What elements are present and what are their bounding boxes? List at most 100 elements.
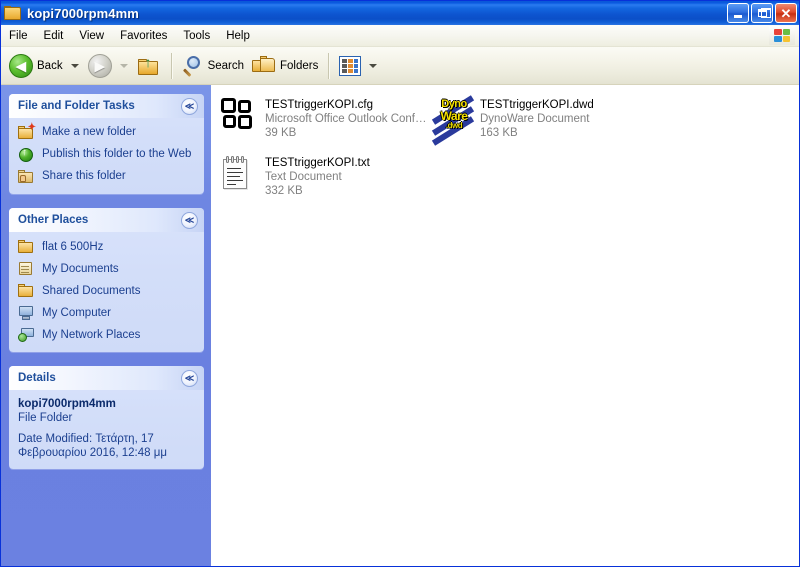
file-list[interactable]: TESTtriggerKOPI.cfg Microsoft Office Out… xyxy=(211,85,799,566)
menu-help[interactable]: Help xyxy=(218,28,258,44)
task-pane-sidebar: File and Folder Tasks ≪ ✦ Make a new fol… xyxy=(1,85,211,566)
panel-header[interactable]: File and Folder Tasks ≪ xyxy=(9,94,204,118)
folder-icon xyxy=(18,239,35,255)
folder-icon xyxy=(4,5,22,21)
up-button[interactable]: ↑ xyxy=(133,51,165,81)
file-text: TESTtriggerKOPI.cfg Microsoft Office Out… xyxy=(265,97,427,140)
menu-tools[interactable]: Tools xyxy=(175,28,218,44)
task-label: Share this folder xyxy=(42,170,126,182)
file-type: DynoWare Document xyxy=(480,113,590,125)
menu-favorites[interactable]: Favorites xyxy=(112,28,175,44)
toolbar-separator-1 xyxy=(170,52,172,79)
forward-dropdown-chevron-down-icon xyxy=(119,63,128,68)
back-button[interactable]: ◀ Back xyxy=(5,51,67,81)
new-folder-icon: ✦ xyxy=(18,123,36,141)
dynoware-icon: Dyno Ware .dwd xyxy=(431,95,475,146)
details-date-modified: Date Modified: Τετάρτη, 17 Φεβρουαρίου 2… xyxy=(18,433,167,459)
panel-title: Details xyxy=(18,372,56,384)
place-my-network-places[interactable]: My Network Places xyxy=(18,327,198,343)
place-label: My Documents xyxy=(42,262,119,275)
panel-file-and-folder-tasks: File and Folder Tasks ≪ ✦ Make a new fol… xyxy=(9,94,204,194)
up-folder-icon: ↑ xyxy=(137,55,161,77)
back-dropdown-chevron-down-icon[interactable] xyxy=(70,63,79,68)
panel-title: Other Places xyxy=(18,214,89,226)
window-title: kopi7000rpm4mm xyxy=(27,5,139,21)
window-controls: ✕ xyxy=(727,3,797,23)
back-arrow-icon: ◀ xyxy=(9,53,33,78)
panel-body: flat 6 500Hz My Documents Shared Documen… xyxy=(9,232,204,352)
file-item-cfg[interactable]: TESTtriggerKOPI.cfg Microsoft Office Out… xyxy=(217,93,432,151)
place-my-documents[interactable]: My Documents xyxy=(18,261,198,277)
file-size: 163 KB xyxy=(480,127,518,139)
minimize-icon xyxy=(734,15,742,18)
menu-file[interactable]: File xyxy=(1,28,36,44)
folders-label: Folders xyxy=(280,59,319,72)
windows-flag-icon xyxy=(769,26,795,45)
file-item-txt[interactable]: TESTtriggerKOPI.txt Text Document 332 KB xyxy=(217,151,432,209)
my-computer-icon xyxy=(18,305,35,321)
views-grid-icon xyxy=(339,55,362,76)
file-type: Text Document xyxy=(265,171,342,183)
chevron-up-icon[interactable]: ≪ xyxy=(181,97,198,115)
task-publish-to-web[interactable]: ↑ Publish this folder to the Web xyxy=(18,147,198,163)
file-type: Microsoft Office Outlook Confi... xyxy=(265,113,427,125)
task-label: Publish this folder to the Web xyxy=(42,148,192,160)
search-button[interactable]: Search xyxy=(178,51,248,81)
my-documents-icon xyxy=(18,261,35,277)
details-folder-name: kopi7000rpm4mm xyxy=(18,398,116,410)
close-icon: ✕ xyxy=(780,5,792,21)
file-size: 39 KB xyxy=(265,127,297,139)
place-my-computer[interactable]: My Computer xyxy=(18,305,198,321)
file-name: TESTtriggerKOPI.txt xyxy=(265,157,370,169)
chevron-up-icon[interactable]: ≪ xyxy=(181,369,198,387)
place-shared-documents[interactable]: Shared Documents xyxy=(18,283,198,299)
search-label: Search xyxy=(207,59,245,72)
explorer-window: kopi7000rpm4mm ✕ File Edit View Favorite… xyxy=(0,0,800,567)
title-bar: kopi7000rpm4mm ✕ xyxy=(1,1,799,25)
file-size: 332 KB xyxy=(265,185,303,197)
file-item-dwd[interactable]: Dyno Ware .dwd TESTtriggerKOPI.dwd DynoW… xyxy=(431,93,647,151)
file-text: TESTtriggerKOPI.txt Text Document 332 KB xyxy=(265,155,370,198)
minimize-button[interactable] xyxy=(727,3,749,23)
folder-icon xyxy=(18,283,35,299)
forward-button[interactable]: ▶ xyxy=(84,51,116,81)
views-button[interactable] xyxy=(335,51,365,81)
folders-button[interactable]: Folders xyxy=(248,51,322,81)
back-label: Back xyxy=(37,59,63,72)
ms-office-icon xyxy=(221,98,257,134)
menu-edit[interactable]: Edit xyxy=(36,28,72,44)
menu-bar: File Edit View Favorites Tools Help xyxy=(1,25,799,47)
file-name: TESTtriggerKOPI.dwd xyxy=(480,99,594,111)
window-body: File and Folder Tasks ≪ ✦ Make a new fol… xyxy=(1,85,799,566)
place-label: My Network Places xyxy=(42,328,141,341)
place-flat-6-500hz[interactable]: flat 6 500Hz xyxy=(18,239,198,255)
menu-view[interactable]: View xyxy=(71,28,112,44)
toolbar: ◀ Back ▶ ↑ Search Folders xyxy=(1,47,799,85)
panel-details: Details ≪ kopi7000rpm4mm File Folder Dat… xyxy=(9,366,204,469)
share-folder-icon xyxy=(18,169,35,185)
task-share-this-folder[interactable]: Share this folder xyxy=(18,169,198,185)
magnifier-icon xyxy=(182,55,204,77)
place-label: Shared Documents xyxy=(42,284,141,297)
forward-arrow-icon: ▶ xyxy=(87,53,112,78)
file-text: TESTtriggerKOPI.dwd DynoWare Document 16… xyxy=(480,97,594,140)
place-label: flat 6 500Hz xyxy=(42,240,104,253)
chevron-up-icon[interactable]: ≪ xyxy=(181,211,198,229)
close-button[interactable]: ✕ xyxy=(775,3,797,23)
file-name: TESTtriggerKOPI.cfg xyxy=(265,99,374,111)
toolbar-separator-2 xyxy=(328,52,330,79)
panel-header[interactable]: Details ≪ xyxy=(9,366,204,390)
network-places-icon xyxy=(18,327,35,343)
panel-body: kopi7000rpm4mm File Folder Date Modified… xyxy=(9,390,204,469)
panel-header[interactable]: Other Places ≪ xyxy=(9,208,204,232)
restore-icon xyxy=(757,8,771,18)
maximize-button[interactable] xyxy=(751,3,773,23)
task-label: Make a new folder xyxy=(42,126,136,138)
task-make-new-folder[interactable]: ✦ Make a new folder xyxy=(18,123,198,141)
details-folder-type: File Folder xyxy=(18,412,73,424)
folders-icon xyxy=(252,55,276,76)
views-dropdown-chevron-down-icon[interactable] xyxy=(369,63,378,68)
panel-body: ✦ Make a new folder ↑ Publish this folde… xyxy=(9,118,204,194)
publish-web-icon: ↑ xyxy=(18,147,35,163)
panel-other-places: Other Places ≪ flat 6 500Hz My Documents… xyxy=(9,208,204,352)
